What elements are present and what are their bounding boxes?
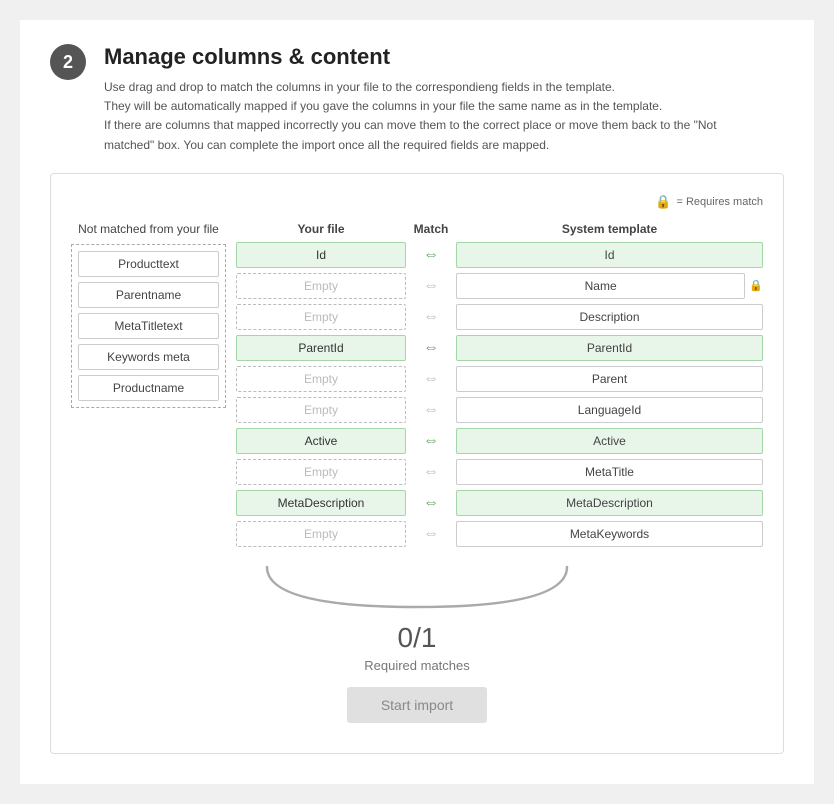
start-import-button[interactable]: Start import — [347, 687, 487, 723]
main-card: 🔒 = Requires match Not matched from your… — [50, 173, 784, 754]
mapping-row-7: Empty ⇔ MetaTitle — [236, 459, 763, 485]
arrow-2: ⇔ — [406, 308, 456, 326]
system-wrap-2: Description — [456, 304, 763, 330]
chip-metatitletext[interactable]: MetaTitletext — [78, 313, 219, 339]
file-field-6[interactable]: Active — [236, 428, 406, 454]
chip-producttext[interactable]: Producttext — [78, 251, 219, 277]
brace-svg — [257, 562, 577, 612]
file-field-7[interactable]: Empty — [236, 459, 406, 485]
arrow-7: ⇔ — [406, 463, 456, 481]
system-field-9: MetaKeywords — [456, 521, 763, 547]
arrow-8: ⇔ — [406, 494, 456, 512]
step-number: 2 — [50, 44, 86, 80]
system-field-0: Id — [456, 242, 763, 268]
file-field-4[interactable]: Empty — [236, 366, 406, 392]
chip-parentname[interactable]: Parentname — [78, 282, 219, 308]
system-wrap-3: ParentId — [456, 335, 763, 361]
system-wrap-4: Parent — [456, 366, 763, 392]
requires-match-row: 🔒 = Requires match — [71, 194, 763, 210]
mapping-row-0: Id ⇔ Id — [236, 242, 763, 268]
file-field-1[interactable]: Empty — [236, 273, 406, 299]
desc-line-4: matched" box. You can complete the impor… — [104, 138, 549, 152]
lock-badge-1: 🔒 — [749, 279, 763, 292]
counter-value: 0/1 — [71, 622, 763, 654]
mapping-row-6: Active ⇔ Active — [236, 428, 763, 454]
chip-productname[interactable]: Productname — [78, 375, 219, 401]
file-field-8[interactable]: MetaDescription — [236, 490, 406, 516]
arrow-5: ⇔ — [406, 401, 456, 419]
system-field-3: ParentId — [456, 335, 763, 361]
mapping-row-2: Empty ⇔ Description — [236, 304, 763, 330]
system-wrap-9: MetaKeywords — [456, 521, 763, 547]
system-field-4: Parent — [456, 366, 763, 392]
system-wrap-1: Name 🔒 — [456, 273, 763, 299]
arrow-9: ⇔ — [406, 525, 456, 543]
col-header-system: System template — [456, 222, 763, 236]
page-description: Use drag and drop to match the columns i… — [104, 78, 717, 155]
arrow-4: ⇔ — [406, 370, 456, 388]
system-wrap-0: Id — [456, 242, 763, 268]
system-wrap-7: MetaTitle — [456, 459, 763, 485]
page-title: Manage columns & content — [104, 44, 717, 70]
not-matched-box: Producttext Parentname MetaTitletext Key… — [71, 244, 226, 408]
counter-label: Required matches — [71, 658, 763, 673]
mapping-row-8: MetaDescription ⇔ MetaDescription — [236, 490, 763, 516]
system-field-1: Name — [456, 273, 745, 299]
col-header-match: Match — [406, 222, 456, 236]
desc-line-3: If there are columns that mapped incorre… — [104, 118, 717, 132]
system-wrap-8: MetaDescription — [456, 490, 763, 516]
chip-keywords-meta[interactable]: Keywords meta — [78, 344, 219, 370]
system-field-2: Description — [456, 304, 763, 330]
mapping-area: Your file Match System template Id ⇔ Id … — [236, 222, 763, 552]
system-field-7: MetaTitle — [456, 459, 763, 485]
system-field-8: MetaDescription — [456, 490, 763, 516]
arrow-3: ⇔ — [406, 339, 456, 357]
file-field-3[interactable]: ParentId — [236, 335, 406, 361]
system-wrap-5: LanguageId — [456, 397, 763, 423]
not-matched-title: Not matched from your file — [71, 222, 226, 236]
lock-icon: 🔒 — [655, 194, 671, 210]
mapping-row-9: Empty ⇔ MetaKeywords — [236, 521, 763, 547]
system-wrap-6: Active — [456, 428, 763, 454]
mapping-row-3: ParentId ⇔ ParentId — [236, 335, 763, 361]
not-matched-panel: Not matched from your file Producttext P… — [71, 222, 226, 408]
page-container: 2 Manage columns & content Use drag and … — [20, 20, 814, 784]
system-field-5: LanguageId — [456, 397, 763, 423]
desc-line-1: Use drag and drop to match the columns i… — [104, 80, 615, 94]
system-field-6: Active — [456, 428, 763, 454]
requires-match-text: = Requires match — [676, 196, 763, 208]
brace-section — [71, 562, 763, 612]
header-text: Manage columns & content Use drag and dr… — [104, 44, 717, 155]
mapping-row-1: Empty ⇔ Name 🔒 — [236, 273, 763, 299]
file-field-0[interactable]: Id — [236, 242, 406, 268]
counter-section: 0/1 Required matches — [71, 622, 763, 673]
arrow-6: ⇔ — [406, 432, 456, 450]
columns-layout: Not matched from your file Producttext P… — [71, 222, 763, 552]
file-field-2[interactable]: Empty — [236, 304, 406, 330]
mapping-row-5: Empty ⇔ LanguageId — [236, 397, 763, 423]
mapping-header: Your file Match System template — [236, 222, 763, 236]
mapping-row-4: Empty ⇔ Parent — [236, 366, 763, 392]
page-header: 2 Manage columns & content Use drag and … — [50, 44, 784, 155]
arrow-1: ⇔ — [406, 277, 456, 295]
desc-line-2: They will be automatically mapped if you… — [104, 99, 662, 113]
file-field-9[interactable]: Empty — [236, 521, 406, 547]
file-field-5[interactable]: Empty — [236, 397, 406, 423]
arrow-0: ⇔ — [406, 246, 456, 264]
col-header-your-file: Your file — [236, 222, 406, 236]
